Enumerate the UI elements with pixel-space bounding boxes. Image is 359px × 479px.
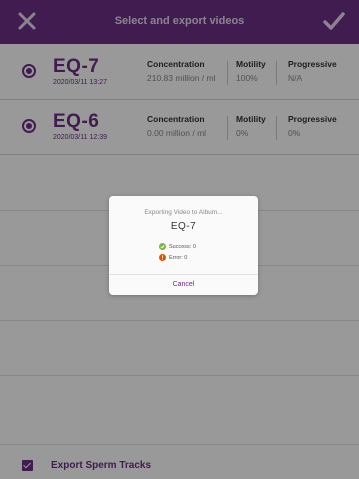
error-alert-icon: [159, 254, 166, 261]
dialog-divider: [109, 274, 258, 275]
error-status: Error: 0: [159, 254, 187, 261]
cancel-button[interactable]: Cancel: [109, 281, 258, 288]
dialog-video-name: EQ-7: [170, 221, 197, 232]
success-count: Success: 0: [169, 243, 196, 250]
success-status: Success: 0: [159, 243, 196, 250]
export-progress-dialog: Exporting Video to Album... EQ-7 Success…: [109, 196, 258, 295]
success-check-icon: [159, 243, 166, 250]
dialog-heading: Exporting Video to Album...: [144, 209, 223, 216]
error-count: Error: 0: [169, 254, 188, 261]
